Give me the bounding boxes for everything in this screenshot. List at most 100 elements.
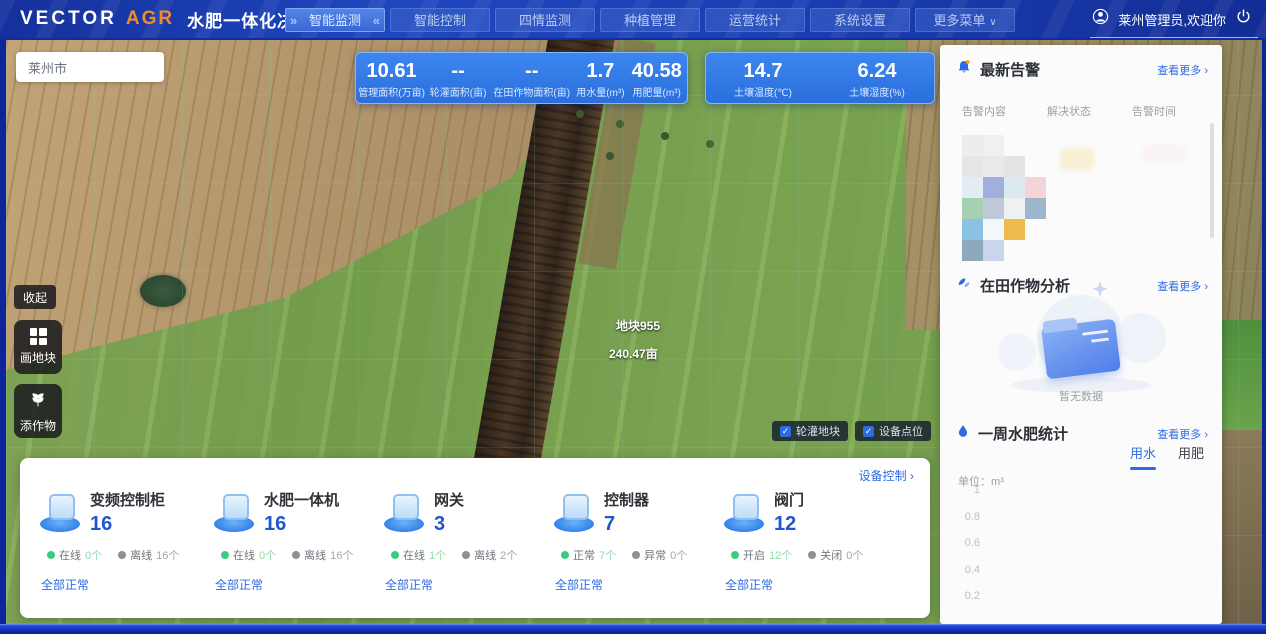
chevron-right-icon: › [1204, 65, 1208, 77]
status-dot-green [47, 551, 55, 559]
chart-ytick: 0.8 [954, 511, 980, 523]
user-avatar-icon [1092, 8, 1109, 30]
device-icon [212, 492, 256, 534]
stat-managed-area: 10.61 管理面积(万亩) [356, 53, 427, 103]
active-tab-right-deco: « [373, 9, 380, 33]
status-dot-green [391, 551, 399, 559]
all-normal-link[interactable]: 全部正常 [215, 576, 384, 593]
status-offline: 离线2个 [462, 547, 517, 563]
tab-planting-management[interactable]: 种植管理 [600, 8, 700, 32]
chart-ytick: 1 [954, 484, 980, 496]
page-frame-bottom [0, 624, 1266, 634]
status-dot-gray [808, 551, 816, 559]
active-tab-left-deco: » [290, 9, 297, 33]
alert-redacted-blob [1143, 144, 1187, 162]
status-dot-gray [462, 551, 470, 559]
stat-soil-moisture: 6.24 土壤湿度(%) [820, 53, 934, 103]
status-closed: 关闭0个 [808, 547, 863, 563]
plot-area-label: 240.47亩 [609, 345, 658, 362]
app-root: VECTOR AGR 水肥一体化决策系统 ›› » 智能监测 « 智能控制 四情… [0, 0, 1266, 634]
all-normal-link[interactable]: 全部正常 [385, 576, 554, 593]
plot-name-label: 地块955 [616, 317, 660, 334]
tab-conditions-monitoring[interactable]: 四情监测 [495, 8, 595, 32]
alerts-more-link[interactable]: 查看更多 › [1157, 62, 1208, 78]
chevron-right-icon: › [910, 469, 914, 483]
folder-illustration [1041, 319, 1121, 380]
logo-vector: VECTOR [20, 8, 117, 30]
wheat-icon [28, 388, 48, 413]
stat-soil-temperature: 14.7 土壤温度(℃) [706, 53, 820, 103]
weekly-section-header: 一周水肥统计 查看更多 › [956, 423, 1208, 443]
device-icon [552, 492, 596, 534]
stats-group-areas: 10.61 管理面积(万亩) -- 轮灌面积(亩) -- 在田作物面积(亩) 1… [355, 52, 688, 104]
status-offline: 离线16个 [118, 547, 179, 563]
logo-agr: AGR [126, 8, 174, 30]
stat-fertilizer-usage: 40.58 用肥量(m³) [626, 53, 687, 103]
status-dot-gray [292, 551, 300, 559]
toggle-device-points[interactable]: ✓ 设备点位 [855, 421, 931, 441]
tab-operation-statistics[interactable]: 运营统计 [705, 8, 805, 32]
page-frame-left [0, 40, 6, 624]
all-normal-link[interactable]: 全部正常 [41, 576, 210, 593]
device-icon [722, 492, 766, 534]
chart-ytick: 0.4 [954, 564, 980, 576]
alerts-scrollbar[interactable] [1210, 123, 1214, 238]
collapse-button[interactable]: 收起 [14, 285, 56, 309]
device-group-controller: 控制器 7 正常7个 异常0个 全部正常 [552, 492, 724, 593]
alert-redacted-blob [1060, 148, 1094, 170]
page-frame-right [1262, 40, 1266, 624]
region-search-input[interactable] [16, 52, 164, 82]
toggle-rotation-plots[interactable]: ✓ 轮灌地块 [772, 421, 848, 441]
chart-ytick: 0.2 [954, 590, 980, 602]
device-icon [38, 492, 82, 534]
status-offline: 离线16个 [292, 547, 353, 563]
tab-intelligent-monitoring[interactable]: » 智能监测 « [285, 8, 385, 32]
tab-system-settings[interactable]: 系统设置 [810, 8, 910, 32]
status-open: 开启12个 [731, 547, 792, 563]
stat-water-usage: 1.7 用水量(m³) [574, 53, 626, 103]
region-search-box [16, 52, 164, 82]
tab-water-usage[interactable]: 用水 [1130, 443, 1156, 462]
chevron-down-icon: ∨ [989, 17, 996, 28]
nav-tabs: » 智能监测 « 智能控制 四情监测 种植管理 运营统计 系统设置 更多菜单∨ [285, 8, 1015, 32]
stat-rotation-area: -- 轮灌面积(亩) [427, 53, 489, 103]
bell-icon [956, 59, 972, 80]
status-online: 在线1个 [391, 547, 446, 563]
draw-plot-button[interactable]: 画地块 [14, 320, 62, 374]
status-dot-gray [118, 551, 126, 559]
device-summary-panel: 设备控制 › 变频控制柜 16 在线0个 离线16个 全部正常 水肥一体机 16… [20, 458, 930, 618]
draw-plot-grid-icon [30, 328, 47, 345]
right-sidebar: 最新告警 查看更多 › 告警内容 解决状态 告警时间 在田作物分析 查看更多 › [940, 45, 1222, 624]
weekly-more-link[interactable]: 查看更多 › [1157, 426, 1208, 442]
status-abnormal: 异常0个 [632, 547, 687, 563]
add-crop-button[interactable]: 添作物 [14, 384, 62, 438]
tab-more-menu[interactable]: 更多菜单∨ [915, 8, 1015, 32]
device-group-vfd-cabinet: 变频控制柜 16 在线0个 离线16个 全部正常 [38, 492, 210, 593]
chart-ytick: 0.6 [954, 537, 980, 549]
status-dot-green [731, 551, 739, 559]
stats-group-soil: 14.7 土壤温度(℃) 6.24 土壤湿度(%) [705, 52, 935, 104]
all-normal-link[interactable]: 全部正常 [725, 576, 894, 593]
user-greeting: 莱州管理员,欢迎你 [1118, 10, 1226, 29]
chevron-right-icon: › [1204, 429, 1208, 441]
device-group-fertigation-machine: 水肥一体机 16 在线0个 离线16个 全部正常 [212, 492, 384, 593]
device-control-link[interactable]: 设备控制 › [859, 467, 914, 484]
top-nav: VECTOR AGR 水肥一体化决策系统 ›› » 智能监测 « 智能控制 四情… [0, 0, 1266, 40]
all-normal-link[interactable]: 全部正常 [555, 576, 724, 593]
status-normal: 正常7个 [561, 547, 616, 563]
status-online: 在线0个 [47, 547, 102, 563]
power-icon[interactable] [1235, 8, 1252, 30]
alerts-section-header: 最新告警 查看更多 › [956, 59, 1208, 79]
status-dot-green [561, 551, 569, 559]
tab-intelligent-control[interactable]: 智能控制 [390, 8, 490, 32]
tab-fertilizer-usage[interactable]: 用肥 [1178, 443, 1204, 462]
star-icon [1092, 281, 1108, 302]
water-drop-icon [956, 423, 970, 444]
user-area: 莱州管理员,欢迎你 [1092, 0, 1252, 38]
checkbox-checked-icon: ✓ [780, 426, 791, 437]
status-online: 在线0个 [221, 547, 276, 563]
stat-crop-area: -- 在田作物面积(亩) [489, 53, 574, 103]
device-group-valve: 阀门 12 开启12个 关闭0个 全部正常 [722, 492, 894, 593]
no-data-text: 暂无数据 [940, 388, 1222, 404]
alerts-table-header: 告警内容 解决状态 告警时间 [962, 103, 1176, 119]
